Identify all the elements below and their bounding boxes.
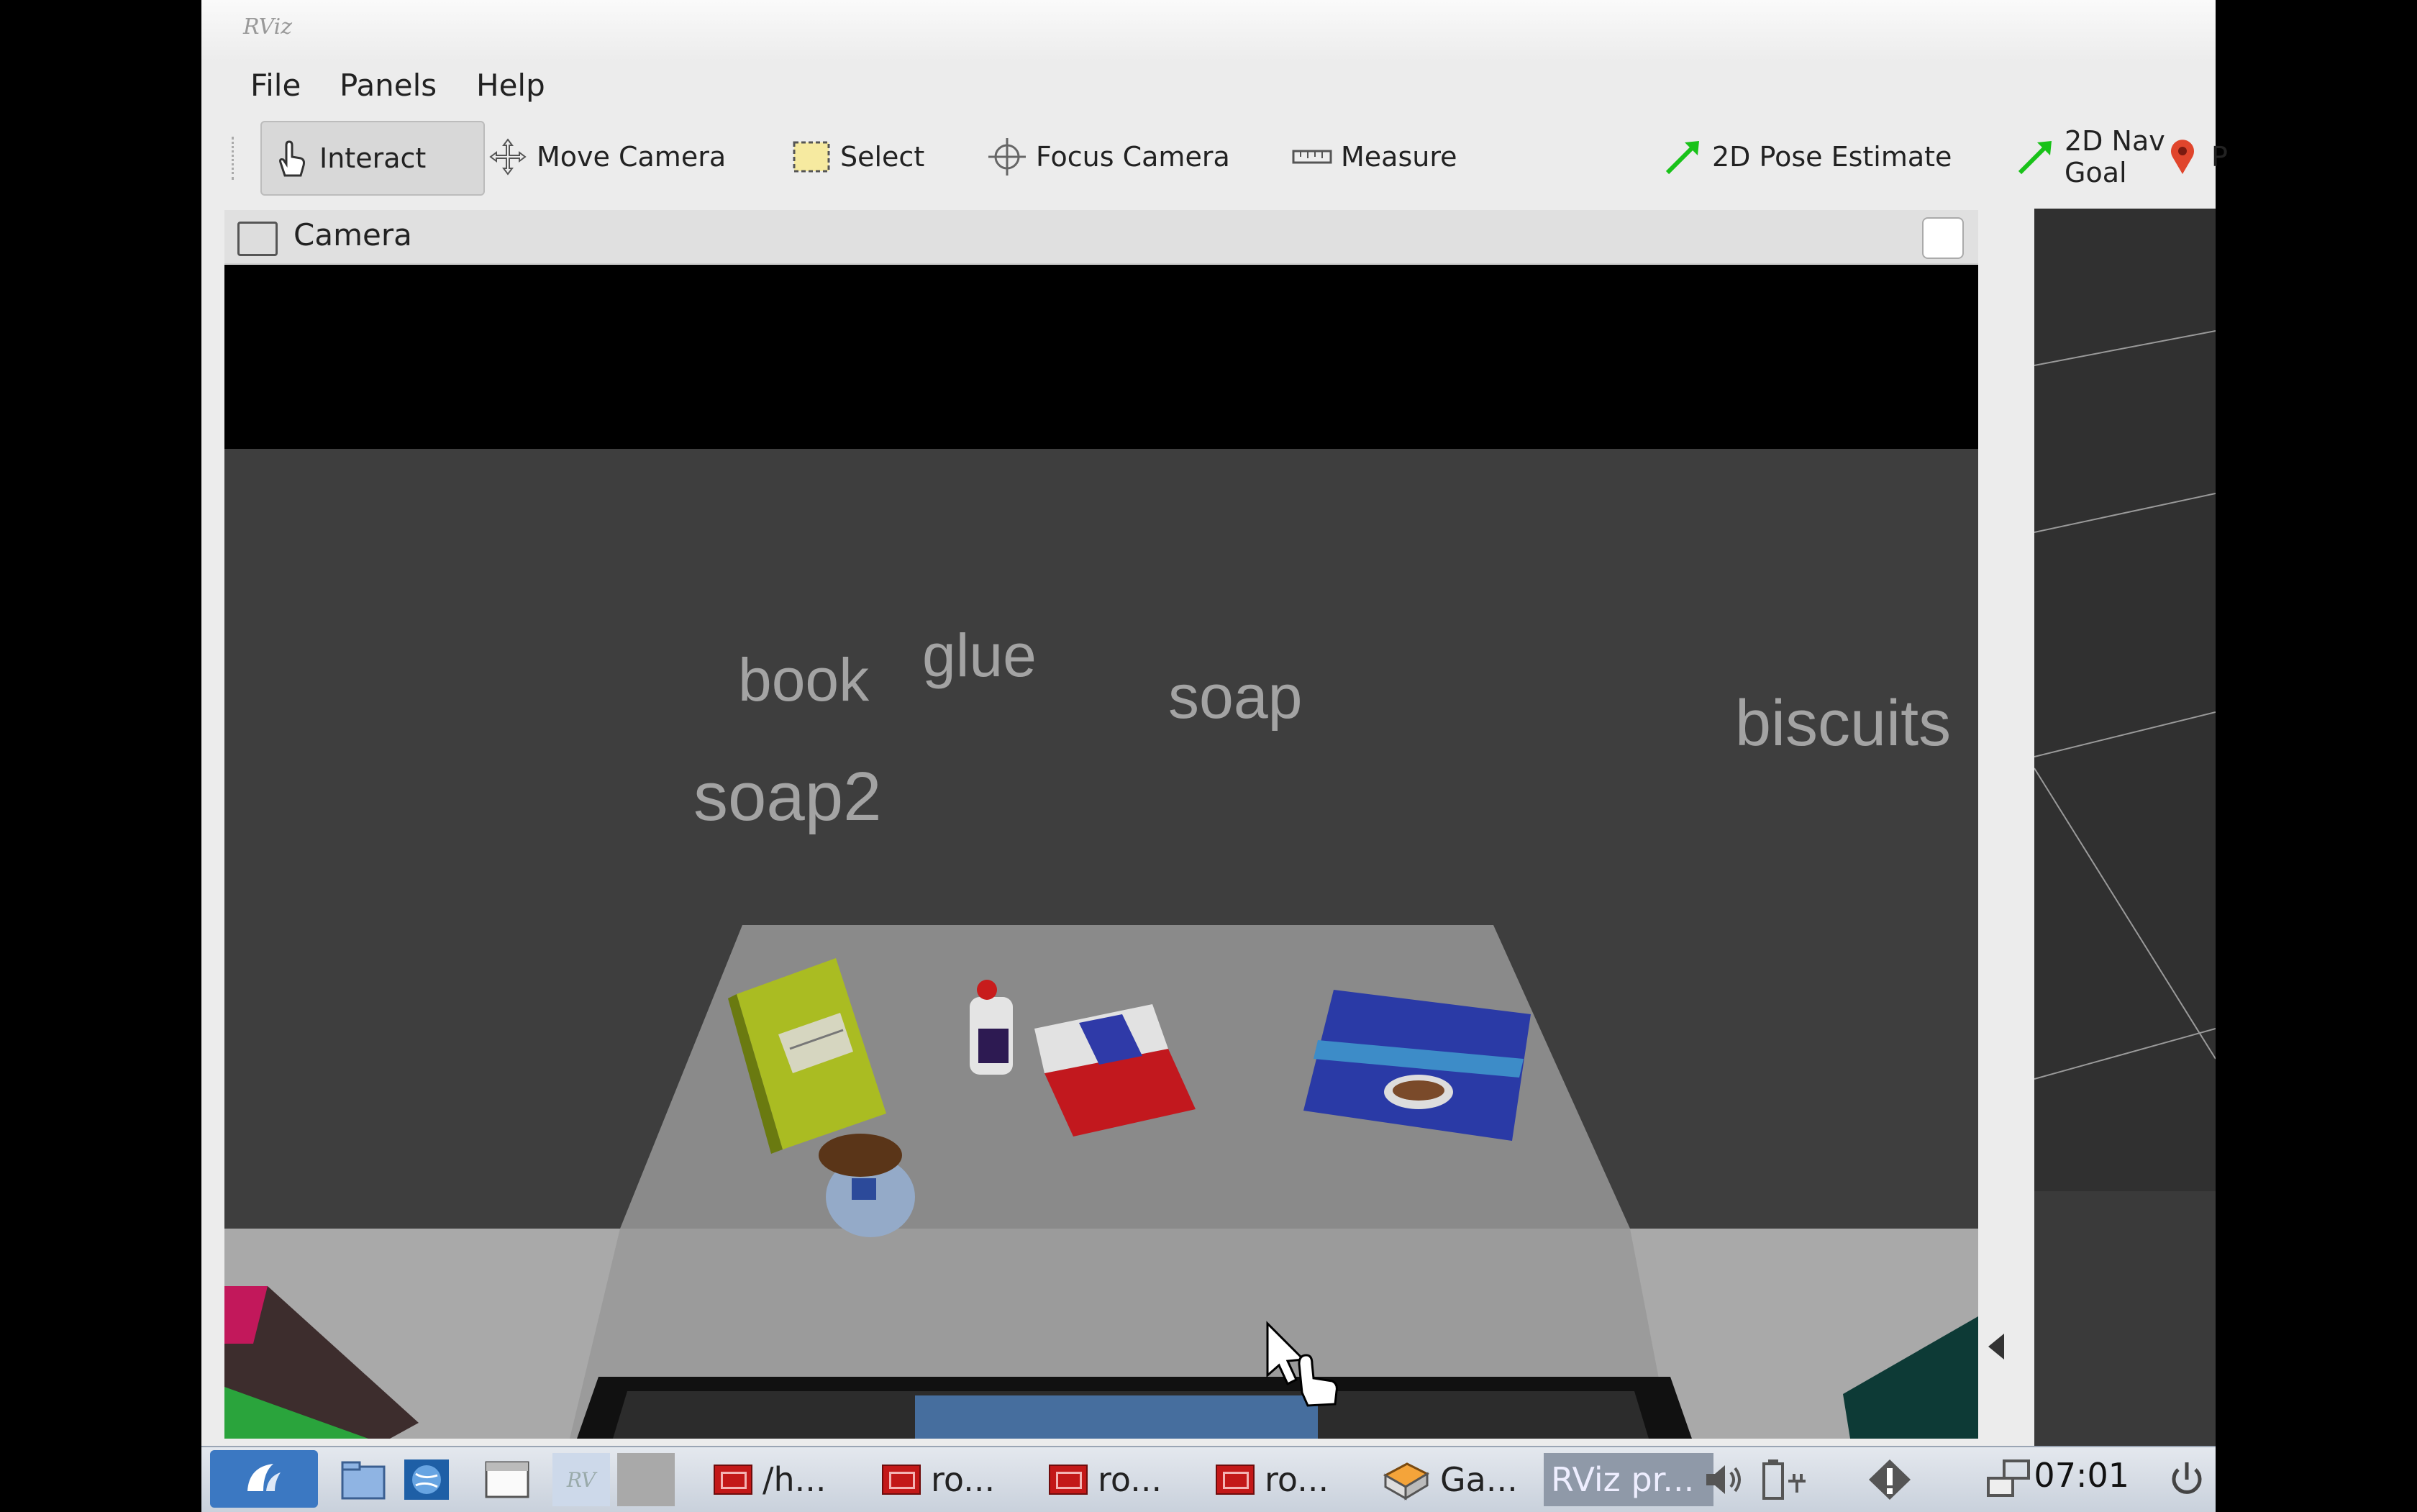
terminal-icon bbox=[714, 1465, 752, 1495]
network-icon bbox=[1987, 1459, 2030, 1497]
globe-icon bbox=[404, 1459, 449, 1500]
task-label: ro... bbox=[1098, 1460, 1162, 1499]
3d-view-panel[interactable] bbox=[2034, 209, 2216, 1446]
power-icon bbox=[2172, 1462, 2202, 1494]
object-label-glue: glue bbox=[922, 621, 1037, 689]
object-label-biscuits: biscuits bbox=[1735, 688, 1951, 760]
move-arrows-icon bbox=[488, 137, 528, 177]
measure-tool-button[interactable]: Measure bbox=[1292, 121, 1457, 193]
focus-camera-label: Focus Camera bbox=[1036, 141, 1230, 173]
warning-icon bbox=[1869, 1459, 1911, 1500]
rviz-small-icon: RV bbox=[566, 1467, 596, 1492]
blank-launcher[interactable] bbox=[617, 1453, 675, 1506]
menu-help[interactable]: Help bbox=[476, 68, 545, 103]
pose-estimate-tool-button[interactable]: 2D Pose Estimate bbox=[1663, 121, 1952, 193]
menu-bar: File Panels Help bbox=[201, 62, 2216, 105]
start-logo-icon bbox=[247, 1464, 281, 1491]
gazebo-icon bbox=[1383, 1462, 1430, 1500]
terminal-icon bbox=[882, 1465, 921, 1495]
menu-file[interactable]: File bbox=[250, 68, 301, 103]
terminal-icon bbox=[1216, 1465, 1255, 1495]
pose-estimate-label: 2D Pose Estimate bbox=[1712, 141, 1952, 173]
panel-splitter[interactable] bbox=[1978, 210, 2029, 1446]
measure-label: Measure bbox=[1341, 141, 1457, 173]
taskbar-window-terminal-3[interactable]: ro... bbox=[1049, 1453, 1162, 1506]
select-label: Select bbox=[840, 141, 925, 173]
notification-tray-icon[interactable] bbox=[1865, 1453, 1915, 1506]
shutdown-button[interactable] bbox=[2165, 1453, 2208, 1506]
start-menu-button[interactable] bbox=[210, 1450, 318, 1508]
file-manager-launcher[interactable] bbox=[340, 1453, 387, 1506]
move-camera-label: Move Camera bbox=[537, 141, 727, 173]
hand-pointer-icon bbox=[270, 138, 311, 178]
green-arrow-icon bbox=[1663, 137, 1703, 177]
battery-plug-icon bbox=[1762, 1459, 1806, 1500]
task-label: ro... bbox=[1265, 1460, 1329, 1499]
object-label-soap: soap bbox=[1168, 662, 1303, 732]
focus-camera-tool-button[interactable]: Focus Camera bbox=[987, 121, 1230, 193]
select-box-icon bbox=[791, 137, 832, 177]
camera-panel-icon bbox=[237, 222, 278, 256]
select-tool-button[interactable]: Select bbox=[791, 121, 924, 193]
window-icon bbox=[485, 1461, 529, 1498]
rviz-launcher[interactable]: RV bbox=[552, 1453, 610, 1506]
camera-panel-title: Camera bbox=[293, 217, 412, 252]
ruler-icon bbox=[1292, 137, 1332, 177]
task-label: Ga... bbox=[1440, 1460, 1518, 1499]
camera-panel-header[interactable]: Camera bbox=[224, 210, 1978, 264]
task-label: RViz pr... bbox=[1551, 1460, 1695, 1499]
rviz-app-icon: RViz bbox=[243, 14, 293, 40]
clock[interactable]: 07:01 bbox=[2034, 1456, 2129, 1495]
browser-launcher[interactable] bbox=[403, 1453, 450, 1506]
map-pin-icon bbox=[2162, 137, 2203, 177]
desktop-launcher[interactable] bbox=[483, 1453, 531, 1506]
network-tray-icon[interactable] bbox=[1984, 1453, 2034, 1506]
object-label-book: book bbox=[738, 646, 870, 714]
volume-tray-icon[interactable] bbox=[1702, 1453, 1748, 1506]
menu-panels[interactable]: Panels bbox=[340, 68, 437, 103]
interact-tool-button[interactable]: Interact bbox=[260, 121, 485, 196]
camera-scene: book glue soap biscuits soap2 bbox=[224, 265, 1978, 1439]
object-label-soap2: soap2 bbox=[693, 758, 882, 835]
move-camera-tool-button[interactable]: Move Camera bbox=[488, 121, 726, 193]
power-tray-icon[interactable] bbox=[1760, 1453, 1810, 1506]
background-terminal: [ [ s [ d [ [ [ c [ s F [ m bbox=[0, 0, 227, 1446]
task-label: /h... bbox=[763, 1460, 827, 1499]
green-arrow-icon bbox=[2016, 137, 2056, 177]
taskbar: RV /h... ro... ro... ro... Ga... RViz pr… bbox=[201, 1446, 2216, 1512]
camera-panel-float-checkbox[interactable] bbox=[1922, 217, 1964, 259]
folder-icon bbox=[341, 1461, 386, 1500]
collapse-arrow-icon[interactable] bbox=[1988, 1334, 2004, 1360]
taskbar-window-rviz[interactable]: RViz pr... bbox=[1544, 1453, 1713, 1506]
speaker-icon bbox=[1706, 1465, 1741, 1494]
crosshair-icon bbox=[987, 137, 1027, 177]
rviz-window: RViz File Panels Help Interact Move Came… bbox=[201, 0, 2228, 1446]
taskbar-window-gazebo[interactable]: Ga... bbox=[1381, 1453, 1518, 1506]
task-label: ro... bbox=[931, 1460, 996, 1499]
publish-point-label: P bbox=[2211, 141, 2228, 173]
taskbar-window-terminal-4[interactable]: ro... bbox=[1216, 1453, 1329, 1506]
window-titlebar[interactable]: RViz bbox=[201, 0, 2216, 63]
camera-viewport[interactable]: book glue soap biscuits soap2 bbox=[224, 265, 1978, 1439]
toolbar-grip[interactable] bbox=[232, 137, 240, 180]
tool-bar: Interact Move Camera Select Focus Camera bbox=[201, 108, 2228, 209]
taskbar-window-terminal-1[interactable]: /h... bbox=[714, 1453, 827, 1506]
taskbar-window-terminal-2[interactable]: ro... bbox=[882, 1453, 995, 1506]
interact-label: Interact bbox=[319, 142, 427, 174]
terminal-icon bbox=[1049, 1465, 1088, 1495]
publish-point-tool-button[interactable]: P bbox=[2162, 121, 2228, 193]
